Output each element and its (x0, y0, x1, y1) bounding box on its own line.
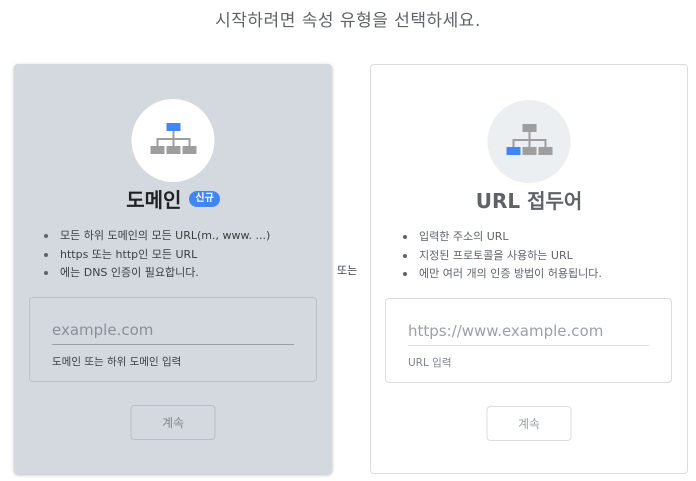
url-continue-button[interactable]: 계속 (486, 406, 572, 441)
url-prefix-property-card[interactable]: URL 접두어 입력한 주소의 URL 지정된 프로토콜을 사용하는 URL 에… (370, 64, 688, 474)
domain-title-row: 도메인 신규 (14, 184, 332, 213)
url-prefix-title: URL 접두어 (475, 189, 583, 213)
domain-network-icon (150, 122, 196, 154)
list-item: 지정된 프로토콜을 사용하는 URL (401, 247, 602, 266)
new-badge: 신규 (189, 190, 220, 207)
url-title-row: URL 접두어 (371, 185, 687, 214)
list-item: 에는 DNS 인증이 필요합니다. (42, 264, 270, 283)
url-prefix-network-icon (506, 123, 552, 155)
domain-feature-list: 모든 하위 도메인의 모든 URL(m., www. ...) https 또는… (42, 227, 270, 283)
url-icon-circle (487, 100, 571, 183)
domain-input-hint: 도메인 또는 하위 도메인 입력 (52, 356, 182, 368)
url-input[interactable] (408, 322, 649, 346)
domain-continue-button[interactable]: 계속 (130, 405, 216, 440)
domain-input[interactable] (52, 321, 294, 345)
domain-icon-circle (131, 99, 215, 182)
domain-title: 도메인 (126, 188, 182, 212)
list-item: 모든 하위 도메인의 모든 URL(m., www. ...) (42, 227, 270, 246)
url-feature-list: 입력한 주소의 URL 지정된 프로토콜을 사용하는 URL 에만 여러 개의 … (401, 228, 602, 284)
url-input-hint: URL 입력 (408, 357, 452, 369)
url-input-box: URL 입력 (385, 298, 672, 383)
or-label: 또는 (337, 264, 358, 277)
list-item: 에만 여러 개의 인증 방법이 허용됩니다. (401, 265, 602, 284)
domain-property-card[interactable]: 도메인 신규 모든 하위 도메인의 모든 URL(m., www. ...) h… (14, 64, 332, 474)
list-item: 입력한 주소의 URL (401, 228, 602, 247)
page-heading: 시작하려면 속성 유형을 선택하세요. (215, 11, 481, 31)
domain-input-box: 도메인 또는 하위 도메인 입력 (29, 297, 317, 382)
list-item: https 또는 http인 모든 URL (42, 246, 270, 265)
